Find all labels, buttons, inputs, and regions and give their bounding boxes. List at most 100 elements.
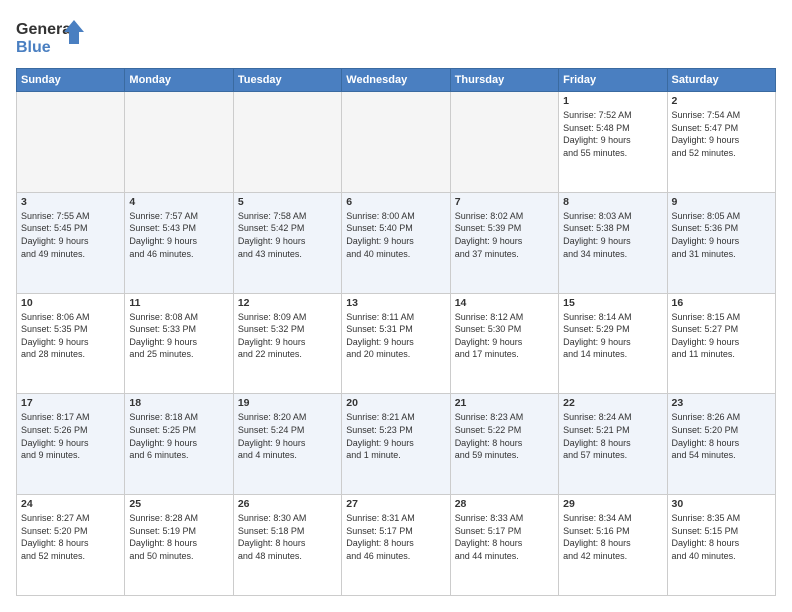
day-cell: 28Sunrise: 8:33 AM Sunset: 5:17 PM Dayli…: [450, 495, 558, 596]
week-row-1: 1 Sunrise: 7:52 AM Sunset: 5:48 PM Daylig…: [17, 92, 776, 193]
logo-svg: GeneralBlue: [16, 16, 96, 58]
day-number: 28: [455, 498, 554, 510]
day-cell: [450, 92, 558, 193]
day-cell: 15 Sunrise: 8:14 AM Sunset: 5:29 PM Dayli…: [559, 293, 667, 394]
day-info: Sunrise: 8:21 AM Sunset: 5:23 PM Dayligh…: [346, 411, 445, 461]
day-cell: 11 Sunrise: 8:08 AM Sunset: 5:33 PM Dayli…: [125, 293, 233, 394]
day-number: 8: [563, 196, 662, 208]
day-cell: 26Sunrise: 8:30 AM Sunset: 5:18 PM Dayli…: [233, 495, 341, 596]
day-cell: 18 Sunrise: 8:18 AM Sunset: 5:25 PM Dayli…: [125, 394, 233, 495]
day-cell: 1 Sunrise: 7:52 AM Sunset: 5:48 PM Daylig…: [559, 92, 667, 193]
day-number: 20: [346, 397, 445, 409]
day-cell: 23 Sunrise: 8:26 AM Sunset: 5:20 PM Dayli…: [667, 394, 775, 495]
weekday-header-saturday: Saturday: [667, 69, 775, 92]
day-cell: 29 Sunrise: 8:34 AM Sunset: 5:16 PM Dayli…: [559, 495, 667, 596]
weekday-header-friday: Friday: [559, 69, 667, 92]
day-cell: 9Sunrise: 8:05 AM Sunset: 5:36 PM Daylig…: [667, 192, 775, 293]
day-number: 7: [455, 196, 554, 208]
day-info: Sunrise: 8:08 AM Sunset: 5:33 PM Dayligh…: [129, 311, 228, 361]
day-number: 30: [672, 498, 771, 510]
day-number: 1: [563, 95, 662, 107]
day-info: Sunrise: 8:18 AM Sunset: 5:25 PM Dayligh…: [129, 411, 228, 461]
day-info: Sunrise: 8:34 AM Sunset: 5:16 PM Dayligh…: [563, 512, 662, 562]
day-info: Sunrise: 7:57 AM Sunset: 5:43 PM Dayligh…: [129, 210, 228, 260]
day-cell: 12Sunrise: 8:09 AM Sunset: 5:32 PM Dayli…: [233, 293, 341, 394]
day-info: Sunrise: 8:11 AM Sunset: 5:31 PM Dayligh…: [346, 311, 445, 361]
day-info: Sunrise: 7:52 AM Sunset: 5:48 PM Dayligh…: [563, 109, 662, 159]
day-cell: 30 Sunrise: 8:35 AM Sunset: 5:15 PM Dayli…: [667, 495, 775, 596]
day-cell: [125, 92, 233, 193]
day-number: 11: [129, 297, 228, 309]
day-number: 5: [238, 196, 337, 208]
day-cell: 20 Sunrise: 8:21 AM Sunset: 5:23 PM Dayli…: [342, 394, 450, 495]
page: GeneralBlue SundayMondayTuesdayWednesday…: [0, 0, 792, 612]
day-info: Sunrise: 8:09 AM Sunset: 5:32 PM Dayligh…: [238, 311, 337, 361]
weekday-header-sunday: Sunday: [17, 69, 125, 92]
day-number: 4: [129, 196, 228, 208]
day-number: 9: [672, 196, 771, 208]
day-cell: 5Sunrise: 7:58 AM Sunset: 5:42 PM Daylig…: [233, 192, 341, 293]
week-row-5: 24 Sunrise: 8:27 AM Sunset: 5:20 PM Dayli…: [17, 495, 776, 596]
day-info: Sunrise: 8:31 AM Sunset: 5:17 PM Dayligh…: [346, 512, 445, 562]
day-info: Sunrise: 8:23 AM Sunset: 5:22 PM Dayligh…: [455, 411, 554, 461]
weekday-header-row: SundayMondayTuesdayWednesdayThursdayFrid…: [17, 69, 776, 92]
weekday-header-monday: Monday: [125, 69, 233, 92]
day-info: Sunrise: 8:03 AM Sunset: 5:38 PM Dayligh…: [563, 210, 662, 260]
header: GeneralBlue: [16, 16, 776, 58]
day-info: Sunrise: 8:20 AM Sunset: 5:24 PM Dayligh…: [238, 411, 337, 461]
day-cell: 6 Sunrise: 8:00 AM Sunset: 5:40 PM Daylig…: [342, 192, 450, 293]
day-number: 21: [455, 397, 554, 409]
week-row-4: 17 Sunrise: 8:17 AM Sunset: 5:26 PM Dayli…: [17, 394, 776, 495]
day-info: Sunrise: 7:54 AM Sunset: 5:47 PM Dayligh…: [672, 109, 771, 159]
week-row-3: 10 Sunrise: 8:06 AM Sunset: 5:35 PM Dayli…: [17, 293, 776, 394]
day-cell: 19 Sunrise: 8:20 AM Sunset: 5:24 PM Dayli…: [233, 394, 341, 495]
day-cell: 7Sunrise: 8:02 AM Sunset: 5:39 PM Daylig…: [450, 192, 558, 293]
day-cell: 4 Sunrise: 7:57 AM Sunset: 5:43 PM Daylig…: [125, 192, 233, 293]
weekday-header-thursday: Thursday: [450, 69, 558, 92]
day-number: 3: [21, 196, 120, 208]
day-number: 23: [672, 397, 771, 409]
day-cell: 3Sunrise: 7:55 AM Sunset: 5:45 PM Daylig…: [17, 192, 125, 293]
day-info: Sunrise: 8:27 AM Sunset: 5:20 PM Dayligh…: [21, 512, 120, 562]
day-number: 14: [455, 297, 554, 309]
day-info: Sunrise: 8:06 AM Sunset: 5:35 PM Dayligh…: [21, 311, 120, 361]
day-number: 6: [346, 196, 445, 208]
day-number: 26: [238, 498, 337, 510]
day-number: 24: [21, 498, 120, 510]
day-cell: 25Sunrise: 8:28 AM Sunset: 5:19 PM Dayli…: [125, 495, 233, 596]
day-number: 27: [346, 498, 445, 510]
day-number: 15: [563, 297, 662, 309]
day-number: 19: [238, 397, 337, 409]
day-cell: 17 Sunrise: 8:17 AM Sunset: 5:26 PM Dayli…: [17, 394, 125, 495]
day-cell: 16Sunrise: 8:15 AM Sunset: 5:27 PM Dayli…: [667, 293, 775, 394]
day-number: 10: [21, 297, 120, 309]
day-cell: 13 Sunrise: 8:11 AM Sunset: 5:31 PM Dayli…: [342, 293, 450, 394]
day-number: 18: [129, 397, 228, 409]
day-info: Sunrise: 8:00 AM Sunset: 5:40 PM Dayligh…: [346, 210, 445, 260]
day-cell: 8 Sunrise: 8:03 AM Sunset: 5:38 PM Daylig…: [559, 192, 667, 293]
logo: GeneralBlue: [16, 16, 96, 58]
day-cell: 2 Sunrise: 7:54 AM Sunset: 5:47 PM Daylig…: [667, 92, 775, 193]
day-number: 17: [21, 397, 120, 409]
day-info: Sunrise: 8:28 AM Sunset: 5:19 PM Dayligh…: [129, 512, 228, 562]
day-number: 29: [563, 498, 662, 510]
day-info: Sunrise: 8:17 AM Sunset: 5:26 PM Dayligh…: [21, 411, 120, 461]
weekday-header-tuesday: Tuesday: [233, 69, 341, 92]
day-cell: 24 Sunrise: 8:27 AM Sunset: 5:20 PM Dayli…: [17, 495, 125, 596]
day-info: Sunrise: 8:12 AM Sunset: 5:30 PM Dayligh…: [455, 311, 554, 361]
day-number: 16: [672, 297, 771, 309]
day-cell: [17, 92, 125, 193]
day-cell: [342, 92, 450, 193]
calendar: SundayMondayTuesdayWednesdayThursdayFrid…: [16, 68, 776, 596]
day-info: Sunrise: 8:24 AM Sunset: 5:21 PM Dayligh…: [563, 411, 662, 461]
day-cell: 27 Sunrise: 8:31 AM Sunset: 5:17 PM Dayli…: [342, 495, 450, 596]
weekday-header-wednesday: Wednesday: [342, 69, 450, 92]
day-number: 13: [346, 297, 445, 309]
day-number: 2: [672, 95, 771, 107]
day-cell: 14 Sunrise: 8:12 AM Sunset: 5:30 PM Dayli…: [450, 293, 558, 394]
day-cell: 22Sunrise: 8:24 AM Sunset: 5:21 PM Dayli…: [559, 394, 667, 495]
day-info: Sunrise: 8:14 AM Sunset: 5:29 PM Dayligh…: [563, 311, 662, 361]
day-info: Sunrise: 8:26 AM Sunset: 5:20 PM Dayligh…: [672, 411, 771, 461]
day-info: Sunrise: 8:35 AM Sunset: 5:15 PM Dayligh…: [672, 512, 771, 562]
day-cell: 21 Sunrise: 8:23 AM Sunset: 5:22 PM Dayli…: [450, 394, 558, 495]
